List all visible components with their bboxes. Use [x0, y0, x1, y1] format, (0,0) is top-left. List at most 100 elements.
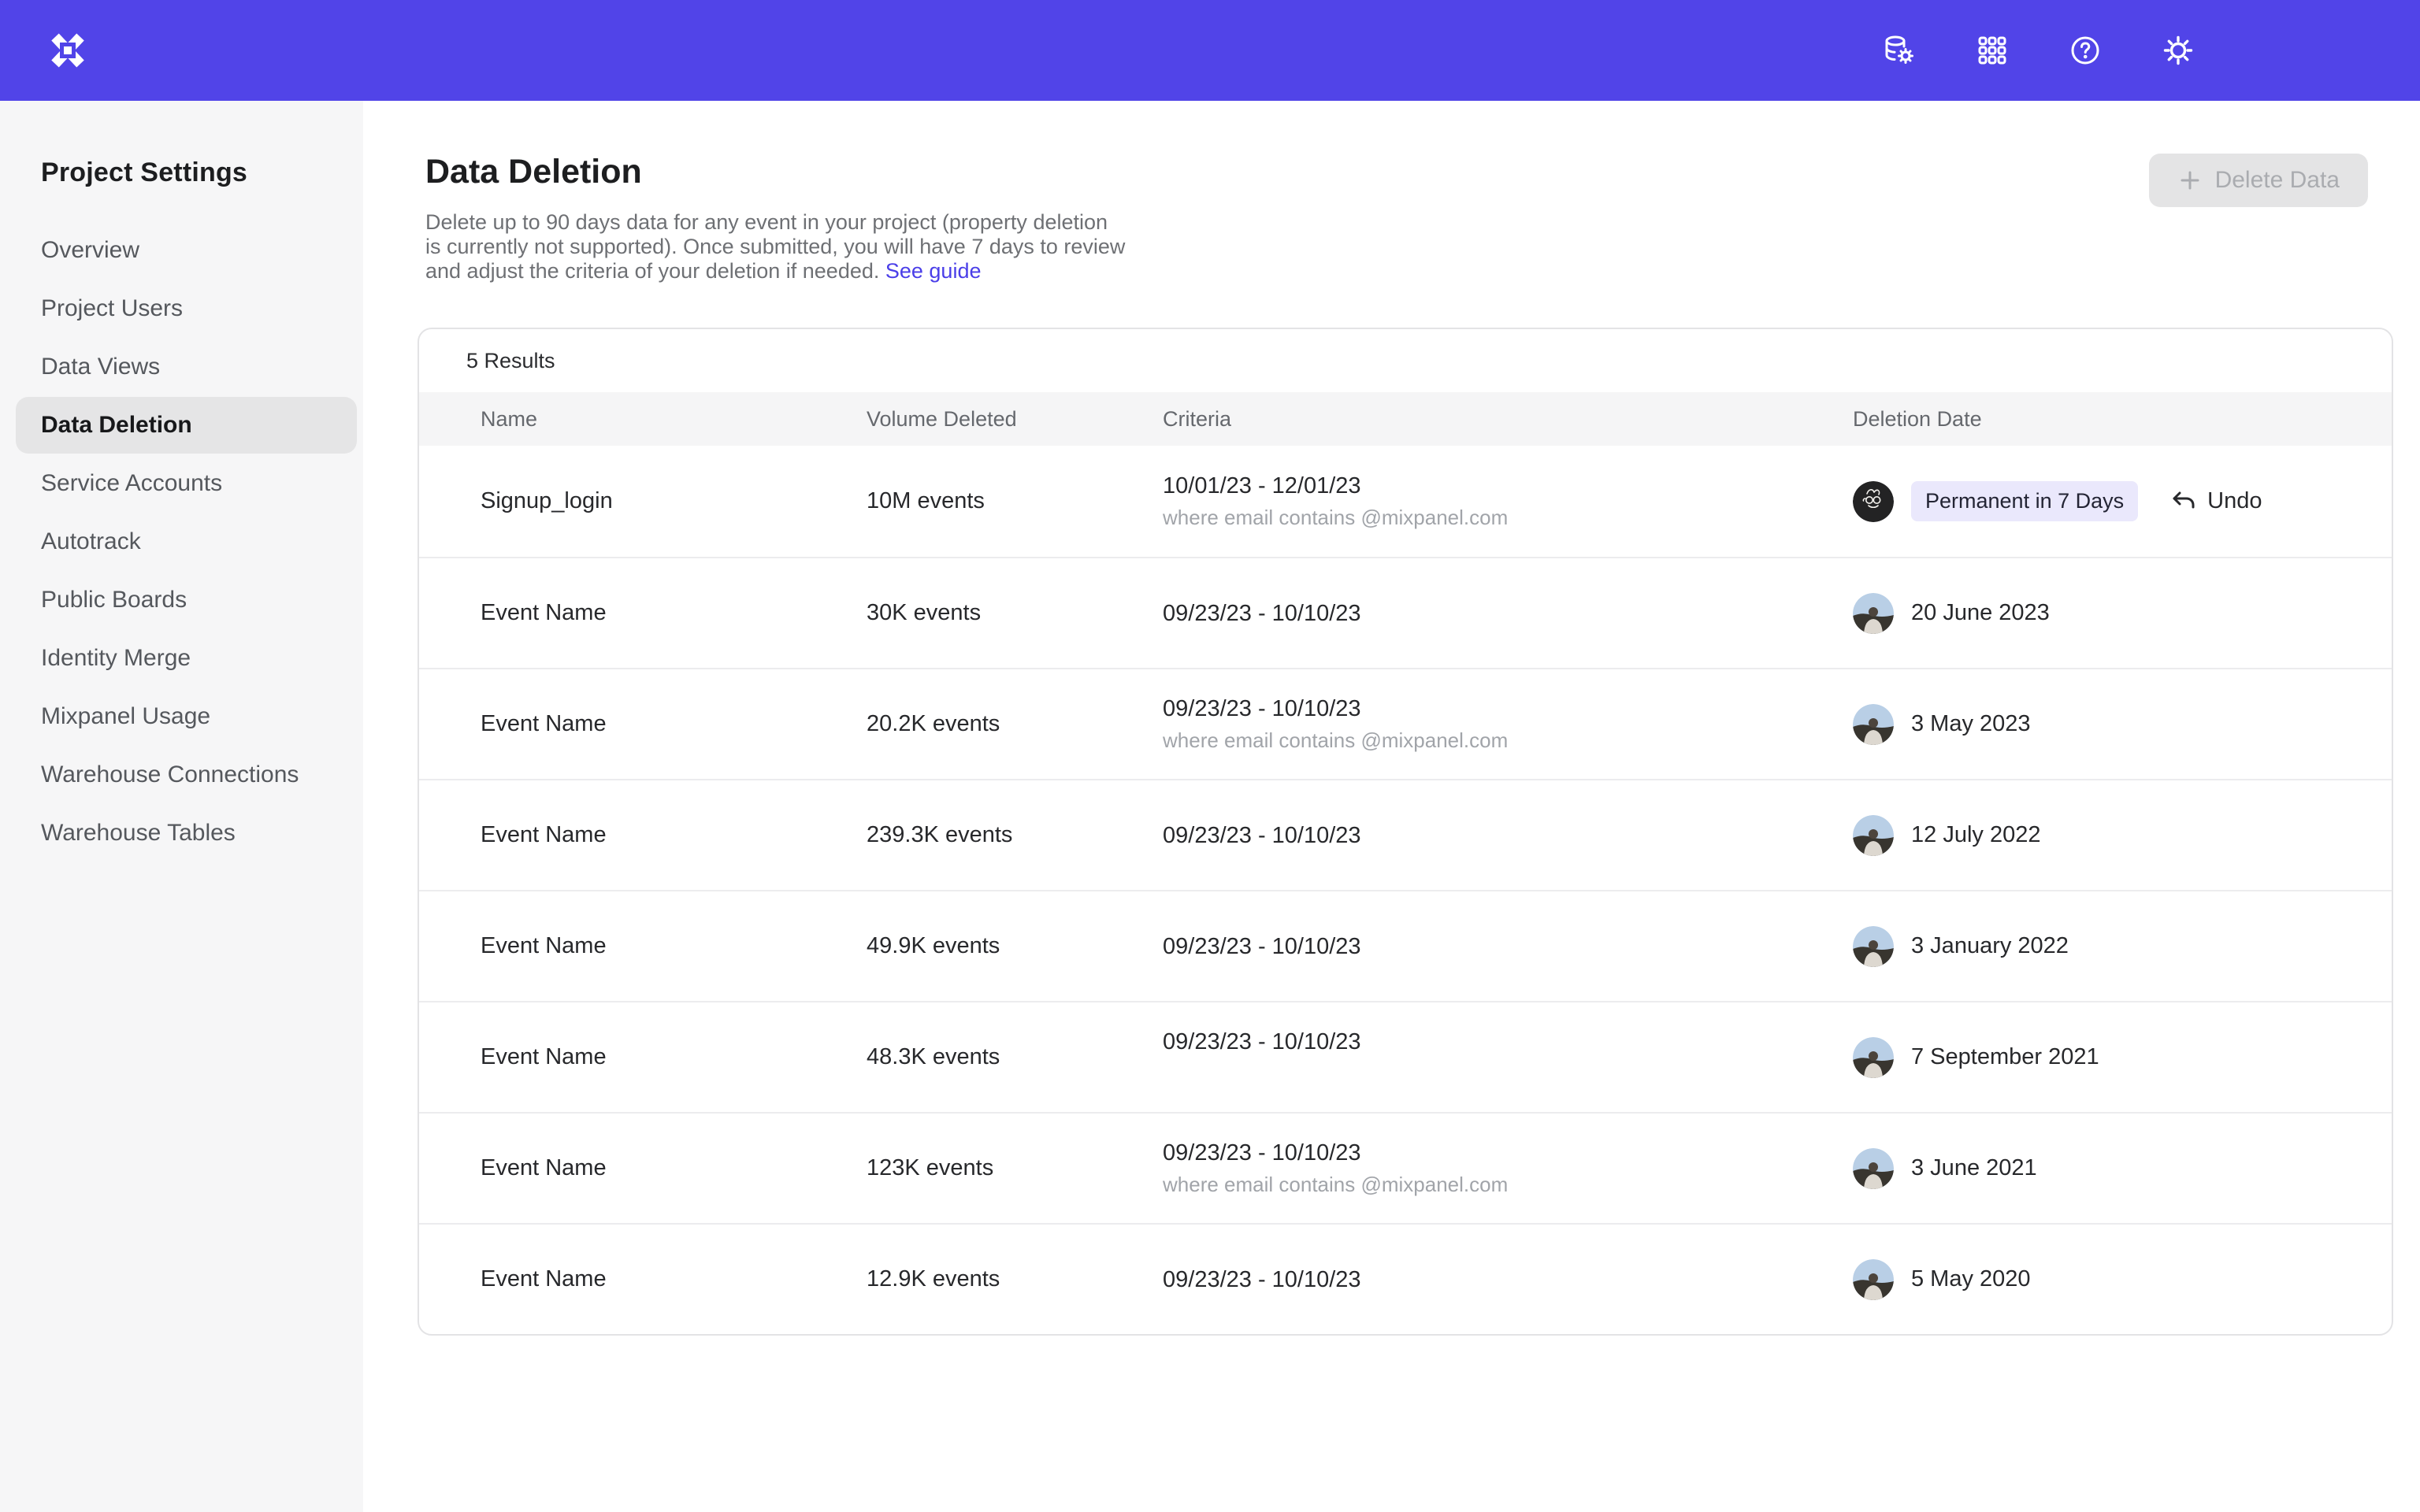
criteria-cell: 09/23/23 - 10/10/23: [1163, 1026, 1853, 1089]
app-root: Project Settings Overview Project Users …: [0, 0, 2420, 1512]
volume-cell: 30K events: [867, 600, 1163, 626]
criteria-range: 09/23/23 - 10/10/23: [1163, 598, 1853, 629]
event-name-cell: Event Name: [481, 1044, 867, 1070]
criteria-range: 09/23/23 - 10/10/23: [1163, 820, 1853, 851]
main-content: Data Deletion Delete up to 90 days data …: [363, 101, 2420, 1512]
plus-icon: [2177, 168, 2203, 193]
criteria-filter: where email contains @mixpanel.com: [1163, 502, 1853, 533]
sidebar-item-warehouse-connections[interactable]: Warehouse Connections: [0, 746, 363, 804]
criteria-cell: 09/23/23 - 10/10/23: [1163, 820, 1853, 851]
table-row: Event Name 239.3K events 09/23/23 - 10/1…: [419, 779, 2392, 890]
criteria-filter: where email contains @mixpanel.com: [1163, 724, 1853, 756]
volume-cell: 10M events: [867, 488, 1163, 514]
delete-data-button-label: Delete Data: [2215, 167, 2340, 194]
deletion-date-cell: 7 September 2021: [1853, 1037, 2392, 1078]
deletion-date: 3 January 2022: [1911, 933, 2069, 959]
deletion-date: 3 June 2021: [1911, 1155, 2037, 1181]
deletion-date: 7 September 2021: [1911, 1044, 2099, 1070]
table-row: Event Name 48.3K events 09/23/23 - 10/10…: [419, 1001, 2392, 1112]
criteria-cell: 10/01/23 - 12/01/23 where email contains…: [1163, 470, 1853, 533]
deletion-date-cell: 12 July 2022: [1853, 815, 2392, 856]
column-header-criteria: Criteria: [1163, 407, 1853, 432]
deletion-date-cell: 3 May 2023: [1853, 704, 2392, 745]
mixpanel-logo-icon[interactable]: [49, 32, 87, 69]
delete-data-button[interactable]: Delete Data: [2149, 154, 2368, 207]
volume-cell: 123K events: [867, 1155, 1163, 1181]
deletion-date-cell: 20 June 2023: [1853, 593, 2392, 634]
criteria-cell: 09/23/23 - 10/10/23: [1163, 1264, 1853, 1295]
user-avatar: [1853, 704, 1894, 745]
criteria-cell: 09/23/23 - 10/10/23 where email contains…: [1163, 1137, 1853, 1200]
criteria-range: 09/23/23 - 10/10/23: [1163, 1264, 1853, 1295]
app-grid-icon[interactable]: [1974, 32, 2010, 69]
page-header: Data Deletion Delete up to 90 days data …: [363, 101, 2420, 284]
table-row: Event Name 49.9K events 09/23/23 - 10/10…: [419, 890, 2392, 1001]
user-avatar: [1853, 926, 1894, 967]
table-row: Event Name 12.9K events 09/23/23 - 10/10…: [419, 1223, 2392, 1334]
criteria-filter: [1163, 1058, 1853, 1089]
criteria-cell: 09/23/23 - 10/10/23: [1163, 931, 1853, 962]
table-header-row: Name Volume Deleted Criteria Deletion Da…: [419, 392, 2392, 446]
undo-button[interactable]: Undo: [2169, 487, 2262, 516]
sidebar-item-data-views[interactable]: Data Views: [0, 338, 363, 396]
volume-cell: 12.9K events: [867, 1266, 1163, 1292]
event-name-cell: Signup_login: [481, 488, 867, 514]
criteria-filter: where email contains @mixpanel.com: [1163, 1169, 1853, 1200]
deletion-date: 12 July 2022: [1911, 822, 2040, 848]
page-title: Data Deletion: [425, 153, 2420, 191]
deletion-date: 5 May 2020: [1911, 1266, 2031, 1292]
volume-cell: 48.3K events: [867, 1044, 1163, 1070]
event-name-cell: Event Name: [481, 933, 867, 959]
column-header-deletion-date: Deletion Date: [1853, 407, 2392, 432]
data-management-icon[interactable]: [1881, 32, 1917, 69]
sidebar-item-overview[interactable]: Overview: [0, 221, 363, 280]
user-avatar: [1853, 1259, 1894, 1300]
deletion-date-cell: Permanent in 7 Days Undo: [1853, 481, 2392, 522]
user-avatar: [1853, 1148, 1894, 1189]
sidebar-title: Project Settings: [41, 158, 363, 188]
sidebar-item-project-users[interactable]: Project Users: [0, 280, 363, 338]
sidebar-item-autotrack[interactable]: Autotrack: [0, 513, 363, 571]
user-avatar: [1853, 593, 1894, 634]
sidebar-item-public-boards[interactable]: Public Boards: [0, 571, 363, 629]
criteria-cell: 09/23/23 - 10/10/23: [1163, 598, 1853, 629]
sidebar-item-identity-merge[interactable]: Identity Merge: [0, 629, 363, 687]
deletions-table-card: 5 Results Name Volume Deleted Criteria D…: [418, 328, 2393, 1336]
settings-icon[interactable]: [2160, 32, 2196, 69]
criteria-range: 10/01/23 - 12/01/23: [1163, 470, 1853, 502]
undo-icon: [2169, 487, 2198, 516]
sidebar-nav-list: Overview Project Users Data Views Data D…: [0, 221, 363, 862]
user-avatar: [1853, 815, 1894, 856]
event-name-cell: Event Name: [481, 600, 867, 626]
criteria-range: 09/23/23 - 10/10/23: [1163, 1026, 1853, 1058]
sidebar-item-service-accounts[interactable]: Service Accounts: [0, 454, 363, 513]
deletion-date: 3 May 2023: [1911, 711, 2031, 737]
status-badge: Permanent in 7 Days: [1911, 481, 2138, 521]
deletion-date-cell: 5 May 2020: [1853, 1259, 2392, 1300]
help-icon[interactable]: [2067, 32, 2103, 69]
table-row: Event Name 30K events 09/23/23 - 10/10/2…: [419, 557, 2392, 668]
criteria-range: 09/23/23 - 10/10/23: [1163, 931, 1853, 962]
sidebar-item-mixpanel-usage[interactable]: Mixpanel Usage: [0, 687, 363, 746]
column-header-volume-deleted: Volume Deleted: [867, 407, 1163, 432]
results-count: 5 Results: [419, 329, 2392, 392]
user-avatar: [1853, 481, 1894, 522]
volume-cell: 20.2K events: [867, 711, 1163, 737]
volume-cell: 239.3K events: [867, 822, 1163, 848]
table-row: Event Name 123K events 09/23/23 - 10/10/…: [419, 1112, 2392, 1223]
table-row: Signup_login 10M events 10/01/23 - 12/01…: [419, 446, 2392, 557]
event-name-cell: Event Name: [481, 822, 867, 848]
criteria-range: 09/23/23 - 10/10/23: [1163, 693, 1853, 724]
page-description: Delete up to 90 days data for any event …: [425, 210, 1126, 284]
criteria-cell: 09/23/23 - 10/10/23 where email contains…: [1163, 693, 1853, 756]
sidebar-item-warehouse-tables[interactable]: Warehouse Tables: [0, 804, 363, 862]
top-navigation-bar: [0, 0, 2420, 101]
see-guide-link[interactable]: See guide: [885, 259, 982, 283]
deletion-date-cell: 3 June 2021: [1853, 1148, 2392, 1189]
user-avatar: [1853, 1037, 1894, 1078]
settings-sidebar: Project Settings Overview Project Users …: [0, 101, 363, 1512]
sidebar-item-data-deletion[interactable]: Data Deletion: [0, 396, 363, 454]
deletion-date-cell: 3 January 2022: [1853, 926, 2392, 967]
topbar-icon-group: [1881, 32, 2420, 69]
event-name-cell: Event Name: [481, 711, 867, 737]
